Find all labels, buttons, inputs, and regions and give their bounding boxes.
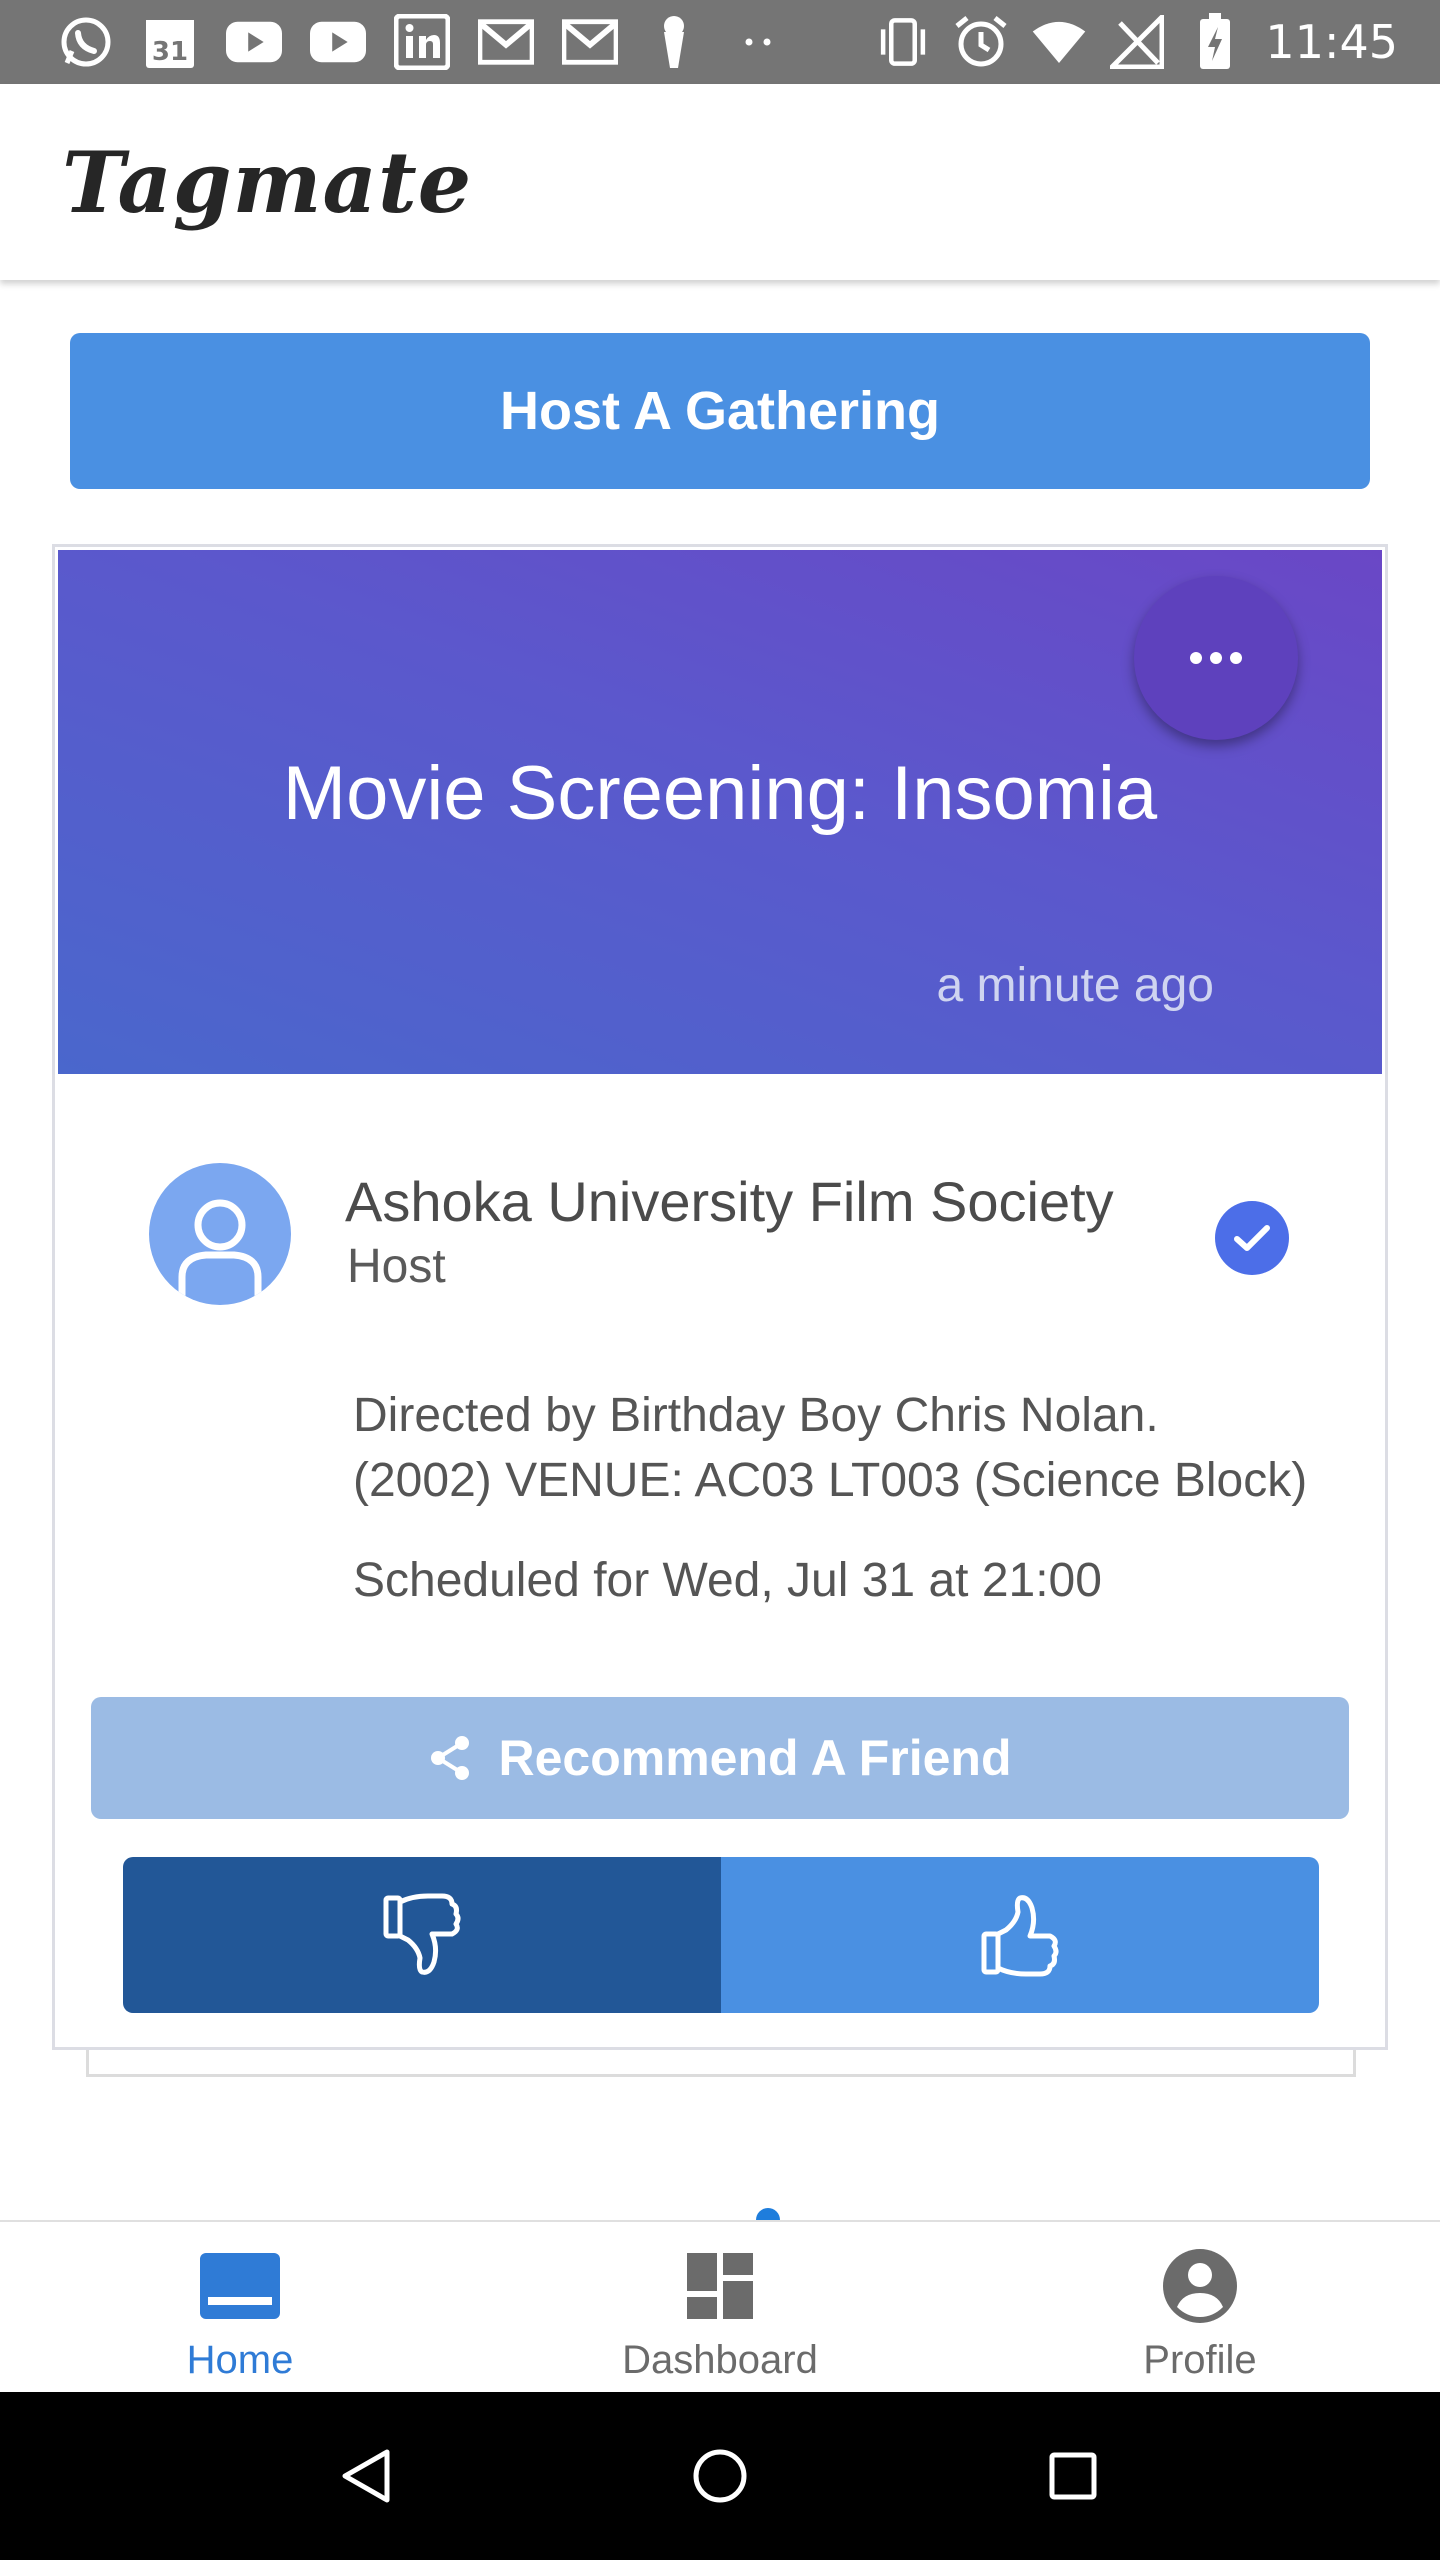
back-triangle-icon <box>342 2449 390 2503</box>
event-description: Directed by Birthday Boy Chris Nolan. (2… <box>353 1383 1353 1513</box>
gmail-icon <box>478 14 534 70</box>
app-header: Tagmate <box>0 84 1440 280</box>
nav-dashboard[interactable]: Dashboard <box>480 2222 960 2392</box>
status-bar: 31 11:45 <box>0 0 1440 84</box>
more-dots-icon <box>730 14 786 70</box>
more-horizontal-icon <box>1190 652 1242 664</box>
host-avatar[interactable] <box>149 1163 291 1305</box>
nav-profile[interactable]: Profile <box>960 2222 1440 2392</box>
calendar-day: 31 <box>152 37 188 67</box>
host-role: Host <box>347 1240 446 1293</box>
profile-icon <box>1158 2244 1242 2328</box>
clock-time: 11:45 <box>1265 15 1398 69</box>
event-schedule: Scheduled for Wed, Jul 31 at 21:00 <box>353 1554 1102 1607</box>
linkedin-icon <box>394 14 450 70</box>
recommend-label: Recommend A Friend <box>498 1730 1012 1786</box>
host-name: Ashoka University Film Society <box>345 1170 1114 1233</box>
recents-square-icon <box>1049 2452 1097 2500</box>
bottom-navigation: Home Dashboard Profile <box>0 2220 1440 2392</box>
vibrate-icon <box>875 14 931 70</box>
location-pin-icon <box>646 14 702 70</box>
host-gathering-button[interactable]: Host A Gathering <box>70 333 1370 489</box>
alarm-icon <box>953 14 1009 70</box>
wifi-icon <box>1031 14 1087 70</box>
thumbs-up-button[interactable] <box>721 1857 1319 2013</box>
thumbs-up-icon <box>981 1895 1059 1977</box>
back-button[interactable] <box>327 2436 407 2516</box>
event-banner: Movie Screening: Insomia a minute ago <box>58 550 1382 1074</box>
recents-button[interactable] <box>1033 2436 1113 2516</box>
user-silhouette-icon <box>178 1199 262 1303</box>
description-line: Directed by Birthday Boy Chris Nolan. <box>353 1389 1159 1442</box>
event-title: Movie Screening: Insomia <box>282 751 1158 836</box>
vote-buttons <box>123 1857 1319 2013</box>
nav-profile-label: Profile <box>1143 2338 1257 2382</box>
notification-icons: 31 <box>58 14 814 70</box>
calendar-icon: 31 <box>142 14 198 70</box>
whatsapp-icon <box>58 14 114 70</box>
event-card: Movie Screening: Insomia a minute ago As… <box>52 544 1388 2050</box>
host-row[interactable]: Ashoka University Film Society Host <box>55 1163 1385 1323</box>
system-navigation-bar <box>0 2392 1440 2560</box>
home-icon <box>198 2244 282 2328</box>
nav-home-label: Home <box>186 2338 294 2382</box>
posted-time: a minute ago <box>936 959 1214 1012</box>
thumbs-down-button[interactable] <box>123 1857 721 2013</box>
no-signal-icon <box>1109 14 1165 70</box>
recommend-friend-button[interactable]: Recommend A Friend <box>91 1697 1349 1819</box>
thumbs-down-icon <box>383 1893 461 1975</box>
youtube-icon <box>226 14 282 70</box>
system-icons: 11:45 <box>875 13 1398 70</box>
verified-badge <box>1215 1201 1289 1275</box>
app-logo: Tagmate <box>62 132 473 232</box>
nav-dashboard-label: Dashboard <box>622 2338 818 2382</box>
share-icon <box>431 1736 470 1780</box>
home-system-button[interactable] <box>680 2436 760 2516</box>
nav-home[interactable]: Home <box>0 2222 480 2392</box>
gmail-icon <box>562 14 618 70</box>
battery-charging-icon <box>1187 13 1243 70</box>
checkmark-icon <box>1234 1225 1270 1251</box>
youtube-icon <box>310 14 366 70</box>
description-line: (2002) VENUE: AC03 LT003 (Science Block) <box>353 1454 1308 1507</box>
home-circle-icon <box>693 2449 747 2503</box>
more-options-button[interactable] <box>1134 576 1298 740</box>
dashboard-icon <box>678 2244 762 2328</box>
